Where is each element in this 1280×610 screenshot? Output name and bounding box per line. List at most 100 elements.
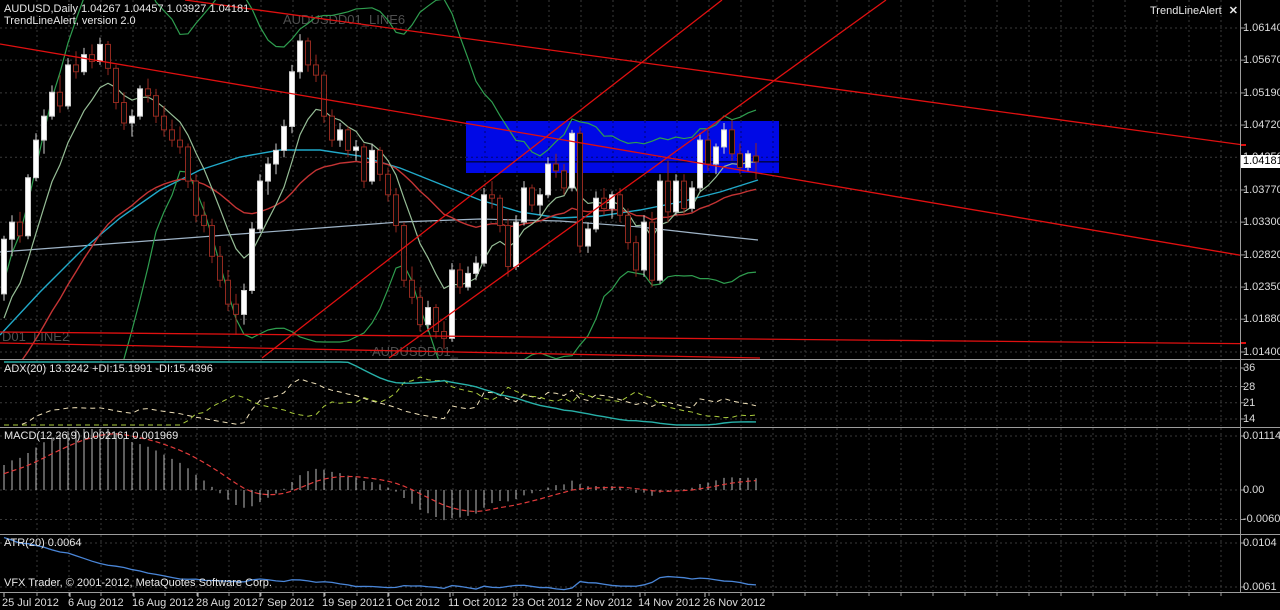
candle — [482, 195, 487, 263]
candle — [114, 68, 119, 102]
candle — [730, 130, 735, 154]
adx-axis-label: 21 — [1243, 397, 1255, 409]
candle — [274, 150, 279, 164]
candle — [450, 270, 455, 338]
date-label: 6 Aug 2012 — [68, 597, 124, 609]
candle — [2, 239, 7, 294]
candle — [538, 195, 543, 205]
date-label: 14 Nov 2012 — [638, 597, 700, 609]
candle — [106, 44, 111, 68]
candle — [50, 92, 55, 116]
date-label: 26 Nov 2012 — [703, 597, 765, 609]
price-axis-label: 1.01880 — [1243, 313, 1280, 325]
candle — [162, 116, 167, 130]
macd-panel-label: MACD(12,26,9) 0.002161 0.001969 — [4, 430, 178, 442]
candle — [434, 308, 439, 332]
candle — [426, 308, 431, 325]
date-label: 11 Oct 2012 — [448, 597, 507, 609]
candle — [298, 41, 303, 72]
candle — [82, 55, 87, 72]
close-icon[interactable]: ✕ — [1229, 4, 1238, 17]
price-axis-label: 1.02820 — [1243, 249, 1280, 261]
date-label: 16 Aug 2012 — [132, 597, 194, 609]
candle — [618, 195, 623, 216]
candle — [682, 181, 687, 208]
date-label: 19 Sep 2012 — [322, 597, 384, 609]
candle — [474, 263, 479, 273]
candle — [370, 150, 375, 181]
chart-title-ohlc: AUDUSD,Daily 1.04267 1.04457 1.03927 1.0… — [4, 3, 249, 15]
candle — [34, 140, 39, 178]
candle — [130, 116, 135, 123]
candle — [522, 188, 527, 222]
candle — [146, 89, 151, 96]
candle — [626, 215, 631, 242]
candle — [58, 92, 63, 106]
macd-indicator-layer — [0, 428, 1240, 533]
candle — [290, 72, 295, 127]
current-price-badge: 1.04181 — [1241, 155, 1280, 168]
candle — [98, 44, 103, 61]
candle — [642, 222, 647, 270]
candle — [314, 65, 319, 75]
candle — [74, 65, 79, 72]
panel-separator-atr-time[interactable] — [0, 592, 1280, 593]
candle — [658, 181, 663, 280]
atr-panel-label: ATR(20) 0.0064 — [4, 537, 81, 549]
candle — [722, 130, 727, 147]
candle — [394, 195, 399, 226]
price-axis-label: 1.03770 — [1243, 184, 1280, 196]
candle — [258, 181, 263, 229]
candle — [282, 126, 287, 150]
chart-title-indicator: TrendLineAlert, version 2.0 — [4, 15, 136, 27]
trend-layer — [0, 0, 1280, 358]
panel-separator-macd-atr[interactable] — [0, 534, 1280, 535]
candle — [266, 164, 271, 181]
candle — [386, 174, 391, 195]
candle — [122, 103, 127, 124]
panel-separator-main-adx[interactable] — [0, 359, 1280, 360]
candle — [746, 154, 751, 168]
date-label: 2 Nov 2012 — [576, 597, 632, 609]
candle — [234, 304, 239, 314]
candle — [546, 164, 551, 195]
copyright-text: VFX Trader, © 2001-2012, MetaQuotes Soft… — [4, 577, 272, 589]
axis-ticks-layer — [4, 28, 1246, 597]
date-label: 7 Sep 2012 — [258, 597, 314, 609]
candle — [490, 195, 495, 198]
candle — [322, 75, 327, 116]
candle — [554, 164, 559, 171]
candle — [666, 181, 671, 212]
candle — [418, 297, 423, 324]
candle — [738, 154, 743, 168]
macd-axis-label: 0.00 — [1243, 484, 1264, 496]
candle — [170, 130, 175, 140]
candle — [706, 140, 711, 164]
candle — [10, 222, 15, 239]
price-axis-label: 1.01400 — [1243, 346, 1280, 358]
candle — [402, 226, 407, 281]
candle — [586, 229, 591, 246]
candle — [218, 256, 223, 280]
date-label: 28 Aug 2012 — [196, 597, 258, 609]
candle — [306, 41, 311, 65]
candle — [194, 181, 199, 215]
atr-axis-label: 0.0061 — [1243, 581, 1277, 593]
candle — [562, 171, 567, 188]
adx-axis-label: 36 — [1243, 362, 1255, 374]
candle — [514, 222, 519, 266]
price-axis-label: 1.04720 — [1243, 119, 1280, 131]
candle — [250, 229, 255, 291]
date-label: 25 Jul 2012 — [2, 597, 59, 609]
adx-axis-label: 14 — [1243, 413, 1255, 425]
date-label: 23 Oct 2012 — [512, 597, 572, 609]
chart-canvas[interactable]: AUDUSDD01_LINE6D01_LINE2AUDUSDD01_ — [0, 0, 1280, 610]
price-axis-label: 1.05670 — [1243, 54, 1280, 66]
candle — [210, 226, 215, 257]
candle — [354, 147, 359, 150]
trendline-alert-label: TrendLineAlert — [1150, 5, 1222, 17]
panel-separator-adx-macd[interactable] — [0, 427, 1280, 428]
adx-panel-label: ADX(20) 13.3242 +DI:15.1991 -DI:15.4396 — [4, 363, 213, 375]
candle — [650, 222, 655, 280]
macd-axis-label: -0.00608 — [1243, 513, 1280, 525]
